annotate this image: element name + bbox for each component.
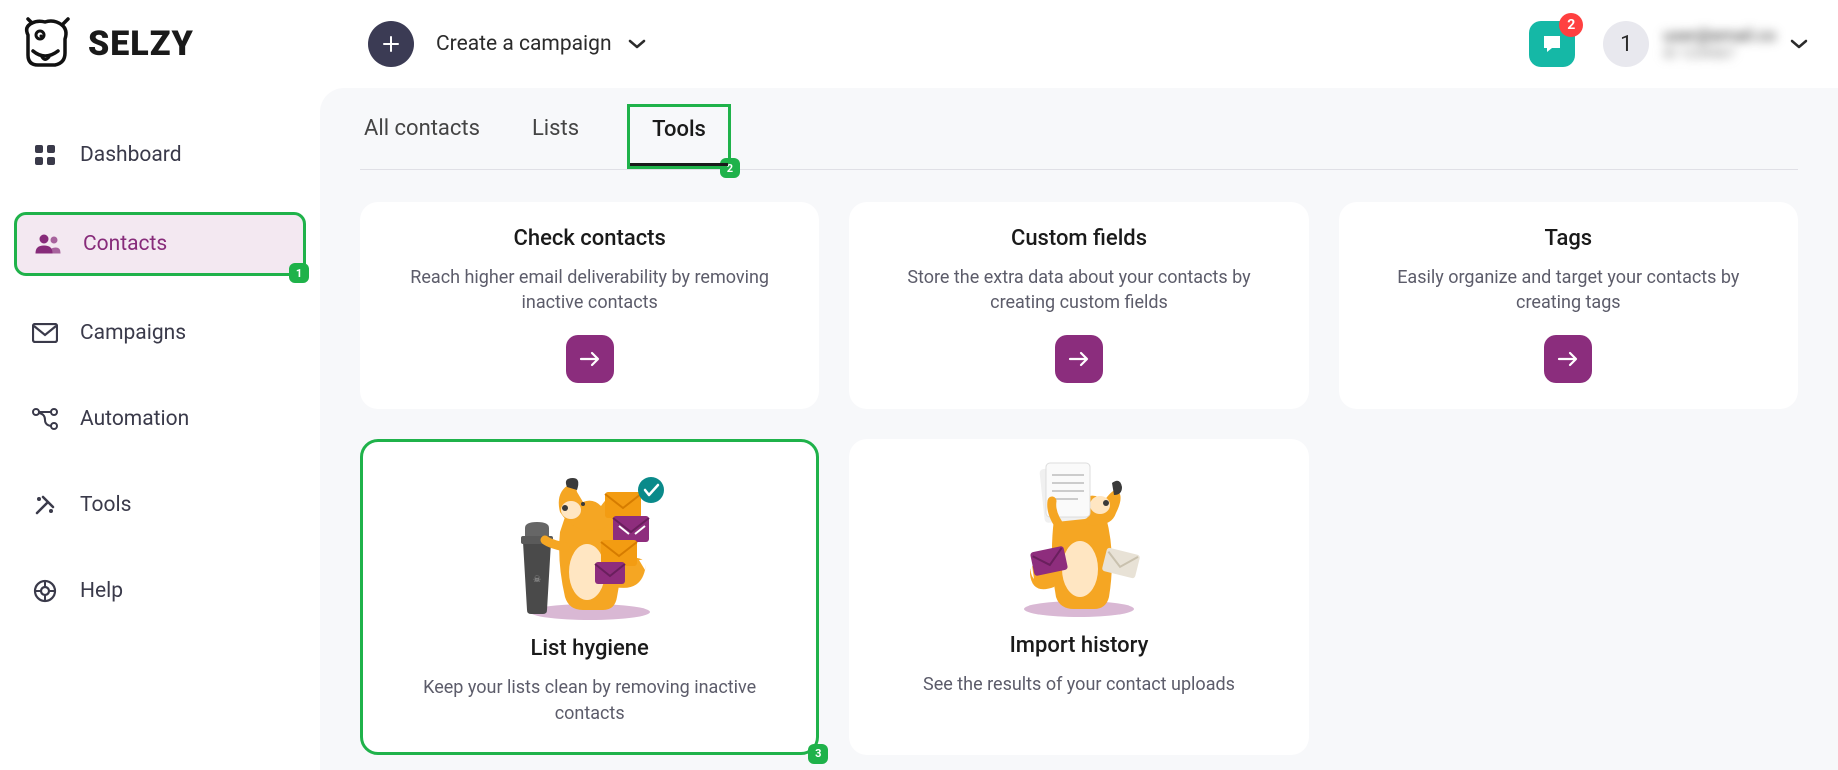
main-content: All contacts Lists Tools 2 Check contact… [320,88,1838,770]
card-desc: Easily organize and target your contacts… [1367,265,1770,315]
avatar: 1 [1603,21,1649,67]
sidebar-item-label: Dashboard [80,143,182,167]
logo-text: SELZY [88,24,194,64]
card-title: Tags [1545,226,1593,251]
tab-lists[interactable]: Lists [528,116,583,169]
card-desc: Reach higher email deliverability by rem… [388,265,791,315]
step-badge: 1 [289,263,309,283]
arrow-right-icon [1068,351,1090,367]
sidebar-item-label: Automation [80,407,189,431]
card-list-hygiene[interactable]: ☠ [360,439,819,754]
card-title: Import history [1010,633,1149,658]
card-title: Custom fields [1011,226,1147,251]
card-import-history[interactable]: Import history See the results of your c… [849,439,1308,754]
sidebar-item-tools[interactable]: Tools [14,476,306,534]
user-info: user@email.co ID 1234567 [1663,26,1776,62]
chat-icon [1540,32,1564,56]
card-title: Check contacts [514,226,666,251]
tab-label: Tools [652,117,706,142]
card-desc: Store the extra data about your contacts… [877,265,1280,315]
card-tags[interactable]: Tags Easily organize and target your con… [1339,202,1798,409]
campaigns-icon [32,320,58,346]
empty-grid-cell [1339,439,1798,754]
tab-tools[interactable]: Tools 2 [627,104,731,169]
chat-button[interactable]: 2 [1529,21,1575,67]
svg-text:☠: ☠ [533,575,541,585]
sidebar-item-label: Tools [80,493,131,517]
arrow-right-icon [1557,351,1579,367]
create-campaign-dropdown[interactable]: Create a campaign [368,21,646,67]
contacts-icon [35,231,61,257]
arrow-button[interactable] [1055,335,1103,383]
sidebar-item-automation[interactable]: Automation [14,390,306,448]
app-header: SELZY Create a campaign 2 1 user@email.c… [0,0,1838,88]
sidebar-item-contacts[interactable]: Contacts 1 [14,212,306,276]
user-menu[interactable]: 1 user@email.co ID 1234567 [1603,21,1808,67]
sidebar-item-label: Help [80,579,123,603]
card-title: List hygiene [530,636,648,661]
chevron-down-icon [628,38,646,50]
create-campaign-text: Create a campaign [436,32,612,56]
tab-label: All contacts [364,116,480,141]
plus-button[interactable] [368,21,414,67]
user-id: ID 1234567 [1663,46,1776,62]
user-email: user@email.co [1663,26,1776,46]
dashboard-icon [32,142,58,168]
plus-icon [382,35,400,53]
card-desc: See the results of your contact uploads [923,672,1235,697]
create-campaign-label[interactable]: Create a campaign [436,32,646,56]
tool-cards-grid: Check contacts Reach higher email delive… [360,170,1798,755]
step-badge: 3 [808,744,828,764]
sidebar: Dashboard Contacts 1 Campaigns Automatio… [0,88,320,770]
chevron-down-icon [1790,38,1808,50]
card-desc: Keep your lists clean by removing inacti… [391,675,788,725]
automation-icon [32,406,58,432]
help-icon [32,578,58,604]
card-custom-fields[interactable]: Custom fields Store the extra data about… [849,202,1308,409]
selzy-logo-icon [18,17,72,71]
tools-icon [32,492,58,518]
tab-all-contacts[interactable]: All contacts [360,116,484,169]
arrow-button[interactable] [1544,335,1592,383]
tab-label: Lists [532,116,579,141]
arrow-button[interactable] [566,335,614,383]
card-check-contacts[interactable]: Check contacts Reach higher email delive… [360,202,819,409]
chat-notification-badge: 2 [1559,13,1583,37]
list-hygiene-illustration: ☠ [505,462,675,622]
arrow-right-icon [579,351,601,367]
sidebar-item-dashboard[interactable]: Dashboard [14,126,306,184]
content-tabs: All contacts Lists Tools 2 [360,88,1798,170]
header-right: 2 1 user@email.co ID 1234567 [1529,21,1808,67]
sidebar-item-help[interactable]: Help [14,562,306,620]
logo-block[interactable]: SELZY [18,17,318,71]
sidebar-item-label: Campaigns [80,321,186,345]
import-history-illustration [994,459,1164,619]
step-badge: 2 [720,158,740,178]
sidebar-item-campaigns[interactable]: Campaigns [14,304,306,362]
sidebar-item-label: Contacts [83,232,167,256]
